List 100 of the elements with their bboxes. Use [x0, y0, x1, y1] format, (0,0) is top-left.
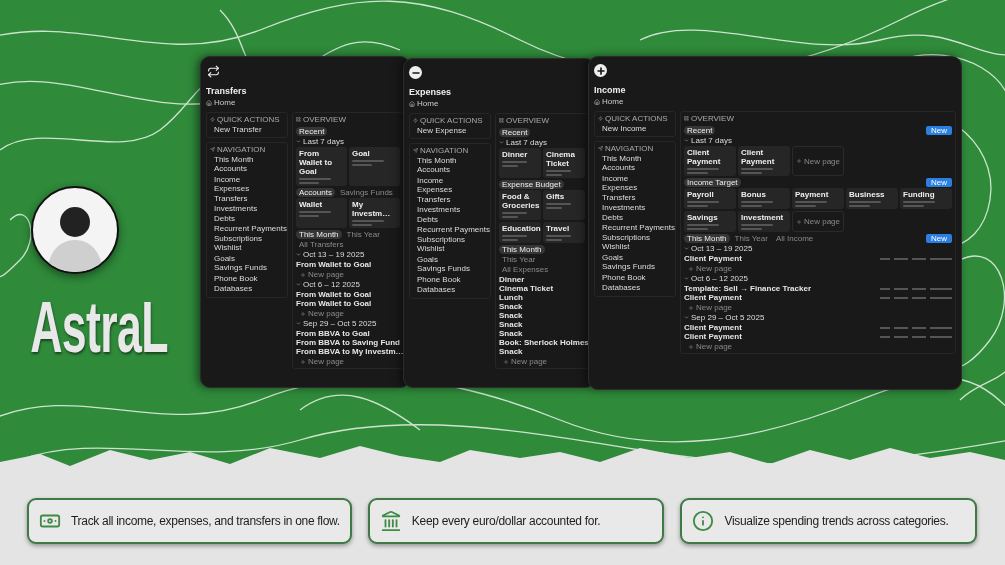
card[interactable]: Goal — [349, 147, 400, 186]
nav-link[interactable]: Databases — [413, 285, 487, 295]
chevron-down-icon[interactable] — [296, 139, 301, 144]
chevron-down-icon[interactable] — [684, 246, 689, 251]
new-page-link[interactable]: New page — [684, 303, 952, 312]
nav-link[interactable]: Income — [413, 175, 487, 185]
tab[interactable]: Expense Budget — [499, 180, 564, 189]
card[interactable]: Cinema Ticket — [543, 148, 585, 178]
nav-link[interactable]: Income — [598, 173, 672, 183]
tab[interactable]: Income Target — [684, 178, 741, 187]
nav-link[interactable]: This Month — [210, 154, 284, 164]
tab[interactable]: This Year — [731, 234, 771, 243]
quick-action-link[interactable]: New Transfer — [210, 125, 284, 135]
nav-link[interactable]: Investments — [598, 203, 672, 213]
card[interactable]: Gifts — [543, 190, 585, 220]
chevron-down-icon[interactable] — [684, 276, 689, 281]
row-title[interactable]: Client Payment — [684, 254, 742, 263]
nav-link[interactable]: Databases — [210, 284, 284, 294]
row-title[interactable]: From Wallet to Goal — [296, 260, 372, 269]
card[interactable]: Food & Groceries — [499, 190, 541, 220]
nav-link[interactable]: Transfers — [210, 193, 284, 203]
card[interactable]: Bonus — [738, 188, 790, 209]
chevron-down-icon[interactable] — [499, 140, 504, 145]
nav-link[interactable]: Expenses — [413, 185, 487, 195]
nav-link[interactable]: Debts — [598, 212, 672, 222]
nav-link[interactable]: Transfers — [598, 192, 672, 202]
card[interactable]: From Wallet to Goal — [296, 147, 347, 186]
row-title[interactable]: Lunch — [499, 293, 523, 302]
nav-link[interactable]: Phone Book — [413, 274, 487, 284]
row-title[interactable]: Snack — [499, 302, 523, 311]
new-button[interactable]: New — [926, 126, 952, 135]
row-title[interactable]: Book: Sherlock Holmes — [499, 338, 589, 347]
quick-action-link[interactable]: New Expense — [413, 126, 487, 136]
card[interactable]: Savings — [684, 211, 736, 232]
tab[interactable]: This Year — [343, 230, 383, 239]
nav-link[interactable]: Accounts — [413, 165, 487, 175]
nav-link[interactable]: Subscriptions — [598, 232, 672, 242]
tab[interactable]: This Month — [499, 245, 545, 254]
nav-link[interactable]: Debts — [413, 214, 487, 224]
row-title[interactable]: From BBVA to My Investm… — [296, 347, 404, 356]
nav-link[interactable]: Subscriptions — [413, 234, 487, 244]
tab[interactable]: All Transfers — [296, 240, 347, 249]
nav-link[interactable]: Investments — [210, 204, 284, 214]
tab[interactable]: This Month — [296, 230, 342, 239]
tab[interactable]: All Income — [772, 234, 817, 243]
chevron-down-icon[interactable] — [296, 282, 301, 287]
nav-link[interactable]: Phone Book — [210, 273, 284, 283]
tab[interactable]: This Year — [499, 255, 539, 264]
card[interactable]: My Investm… — [349, 198, 400, 228]
tab[interactable]: All Expenses — [499, 265, 552, 274]
card[interactable]: Dinner — [499, 148, 541, 178]
card[interactable]: Payment — [792, 188, 844, 209]
new-page-link[interactable]: New page — [296, 357, 400, 366]
row-title[interactable]: From BBVA to Saving Fund — [296, 338, 400, 347]
quick-action-link[interactable]: New Income — [598, 124, 672, 134]
chevron-down-icon[interactable] — [684, 138, 689, 143]
chevron-down-icon[interactable] — [684, 315, 689, 320]
card[interactable]: Client Payment — [684, 146, 736, 176]
new-page-link[interactable]: New page — [499, 357, 585, 366]
breadcrumb-link[interactable]: Home — [602, 97, 624, 106]
card[interactable]: Client Payment — [738, 146, 790, 176]
card[interactable]: Payroll — [684, 188, 736, 209]
card[interactable]: Business — [846, 188, 898, 209]
nav-link[interactable]: Investments — [413, 205, 487, 215]
tab[interactable]: Recent — [296, 127, 328, 136]
row-title[interactable]: From BBVA to Goal — [296, 329, 370, 338]
row-title[interactable]: Template: Sell → Finance Tracker — [684, 284, 811, 293]
nav-link[interactable]: Wishlist — [598, 242, 672, 252]
card[interactable]: Wallet — [296, 198, 347, 228]
nav-link[interactable]: Expenses — [598, 183, 672, 193]
nav-link[interactable]: Phone Book — [598, 272, 672, 282]
card[interactable]: Investment — [738, 211, 790, 232]
nav-link[interactable]: Transfers — [413, 194, 487, 204]
row-title[interactable]: From Wallet to Goal — [296, 299, 372, 308]
nav-link[interactable]: Savings Funds — [598, 262, 672, 272]
nav-link[interactable]: Goals — [598, 252, 672, 262]
row-title[interactable]: Cinema Ticket — [499, 284, 554, 293]
card[interactable]: Travel — [543, 222, 585, 243]
card[interactable]: Education — [499, 222, 541, 243]
new-button[interactable]: New — [926, 234, 952, 243]
nav-link[interactable]: Accounts — [210, 164, 284, 174]
tab[interactable]: Savings Funds — [336, 188, 396, 197]
new-page-link[interactable]: New page — [684, 264, 952, 273]
row-title[interactable]: Snack — [499, 320, 523, 329]
nav-link[interactable]: Income — [210, 174, 284, 184]
card[interactable]: Funding — [900, 188, 952, 209]
nav-link[interactable]: This Month — [598, 153, 672, 163]
new-page-card[interactable]: New page — [792, 146, 844, 176]
row-title[interactable]: Dinner — [499, 275, 525, 284]
tab[interactable]: Recent — [499, 128, 531, 137]
nav-link[interactable]: Wishlist — [413, 244, 487, 254]
row-title[interactable]: Client Payment — [684, 293, 742, 302]
nav-link[interactable]: Wishlist — [210, 243, 284, 253]
nav-link[interactable]: Expenses — [210, 184, 284, 194]
nav-link[interactable]: Goals — [210, 253, 284, 263]
nav-link[interactable]: Subscriptions — [210, 233, 284, 243]
row-title[interactable]: Client Payment — [684, 332, 742, 341]
breadcrumb-link[interactable]: Home — [417, 99, 439, 108]
nav-link[interactable]: Savings Funds — [413, 264, 487, 274]
tab[interactable]: Recent — [684, 126, 716, 135]
